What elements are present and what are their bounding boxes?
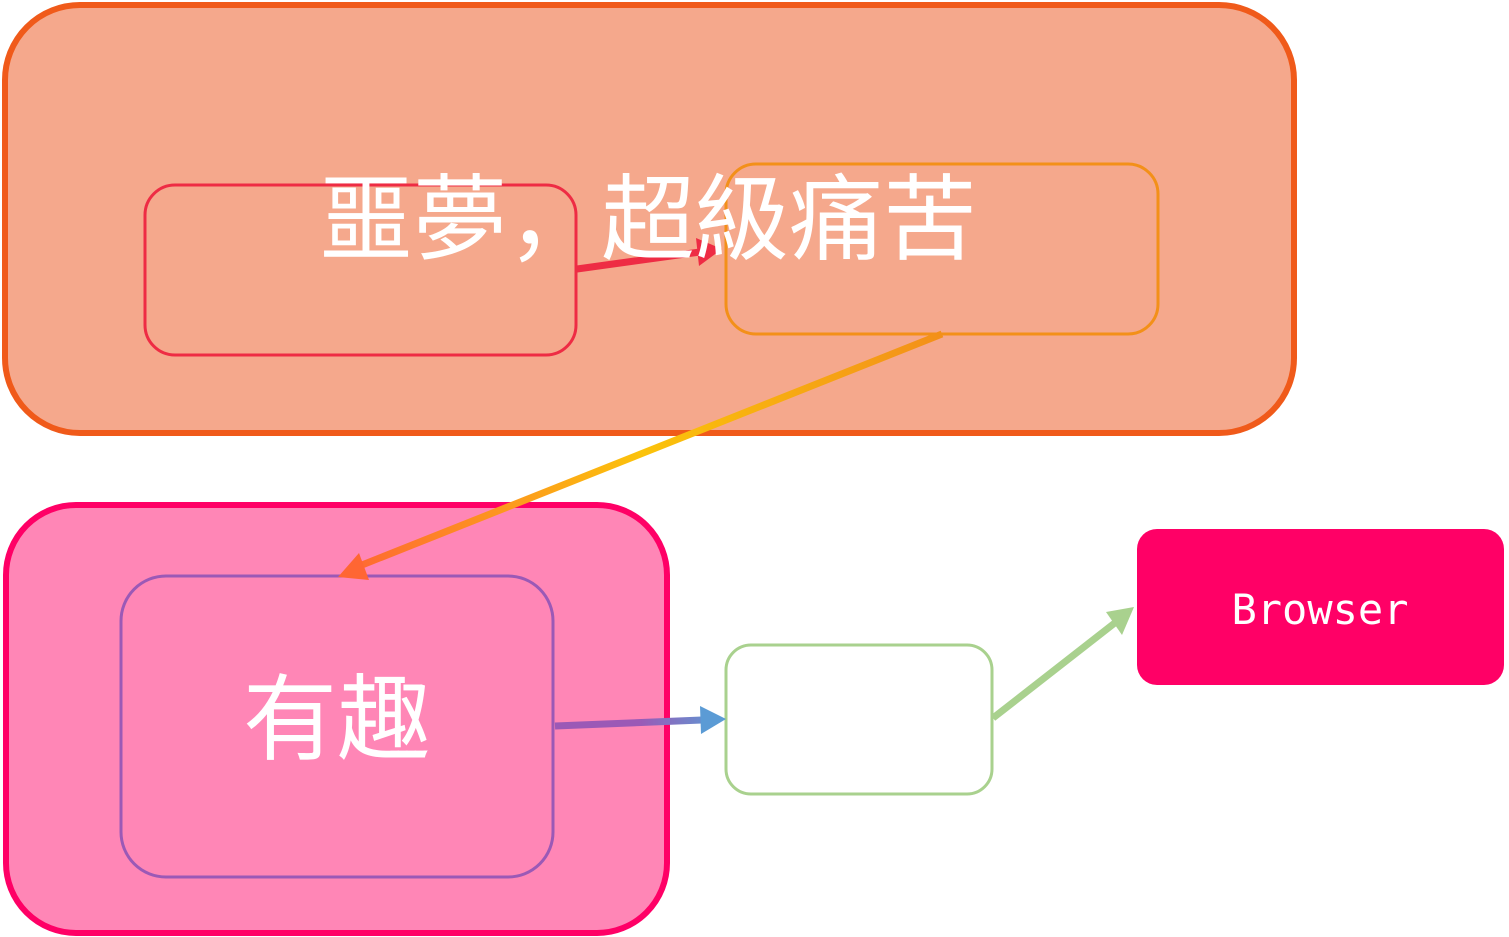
diagram-canvas: 噩夢，超級痛苦 有趣 Browser (2, 2, 1504, 936)
bottom-group-label: 有趣 (243, 666, 431, 775)
browser-label: Browser (1231, 585, 1408, 634)
top-group-label: 噩夢，超級痛苦 (319, 166, 977, 275)
empty-box (724, 643, 994, 796)
arrow-green (990, 607, 1134, 721)
